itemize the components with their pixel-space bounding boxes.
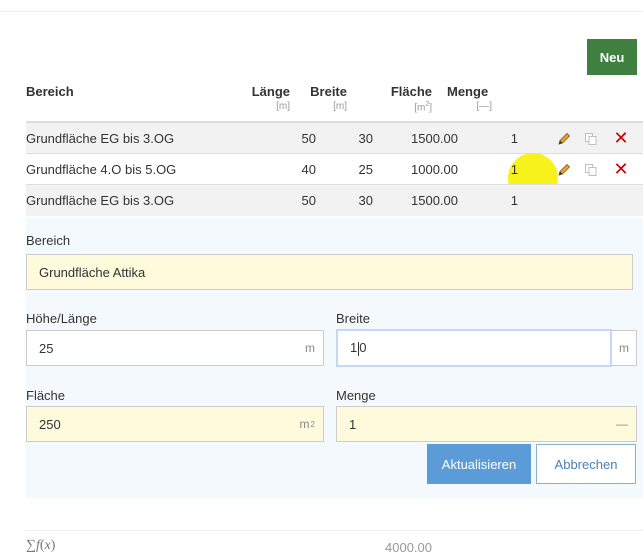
- pencil-icon[interactable]: [554, 154, 574, 185]
- row-flaeche: 1500.00: [411, 193, 458, 208]
- column-header-menge: Menge: [447, 84, 489, 99]
- menge-label: Menge: [336, 388, 376, 403]
- hoehe-input[interactable]: 25 m: [26, 330, 324, 366]
- copy-icon[interactable]: [581, 154, 601, 185]
- cancel-button[interactable]: Abbrechen: [536, 444, 636, 484]
- column-header-flaeche: Fläche: [390, 84, 432, 99]
- row-laenge: 40: [301, 162, 316, 177]
- column-unit-breite: [m]: [333, 101, 347, 112]
- unit-label: m: [305, 341, 315, 355]
- breite-label: Breite: [336, 311, 370, 326]
- close-icon[interactable]: ✕: [610, 154, 632, 185]
- bereich-label: Bereich: [26, 233, 71, 248]
- new-button[interactable]: Neu: [587, 39, 637, 75]
- top-divider: [0, 11, 643, 12]
- sum-total: 4000.00: [385, 540, 432, 555]
- summary-divider: [26, 530, 643, 531]
- unit-label: m2: [299, 417, 315, 431]
- row-laenge: 50: [301, 193, 316, 208]
- column-header-laenge: Länge: [251, 84, 290, 99]
- row-bereich: Grundfläche EG bis 3.OG: [26, 193, 175, 208]
- row-bereich: Grundfläche EG bis 3.OG: [26, 131, 175, 146]
- column-unit-laenge: [m]: [276, 101, 290, 112]
- column-unit-menge: [—]: [476, 101, 492, 112]
- row-menge: 1: [510, 162, 518, 177]
- breite-input[interactable]: 10: [336, 329, 612, 367]
- breite-unit-addon: m: [612, 330, 637, 366]
- row-breite: 30: [358, 131, 373, 146]
- row-breite: 30: [358, 193, 373, 208]
- table-row[interactable]: Grundfläche EG bis 3.OG 50 30 1500.00 1 …: [26, 123, 643, 154]
- pencil-icon[interactable]: [554, 123, 574, 154]
- row-bereich: Grundfläche 4.O bis 5.OG: [26, 162, 177, 177]
- table-row[interactable]: Grundfläche EG bis 3.OG 50 30 1500.00 1: [26, 185, 643, 216]
- unit-label: —: [616, 417, 628, 431]
- row-flaeche: 1000.00: [411, 162, 458, 177]
- flaeche-input[interactable]: 250 m2: [26, 406, 324, 442]
- row-breite: 25: [358, 162, 373, 177]
- update-button[interactable]: Aktualisieren: [427, 444, 531, 484]
- flaeche-label: Fläche: [26, 388, 66, 403]
- menge-input[interactable]: 1 —: [336, 406, 637, 442]
- hoehe-label: Höhe/Länge: [26, 311, 97, 326]
- copy-icon[interactable]: [581, 123, 601, 154]
- close-icon[interactable]: ✕: [610, 123, 632, 154]
- column-header-breite: Breite: [310, 84, 347, 99]
- table-row[interactable]: Grundfläche 4.O bis 5.OG 40 25 1000.00 1…: [26, 154, 643, 185]
- sum-formula-label: ∑f(x): [26, 538, 56, 553]
- row-menge: 1: [510, 193, 518, 208]
- row-flaeche: 1500.00: [411, 131, 458, 146]
- bereich-input[interactable]: Grundfläche Attika: [26, 254, 633, 290]
- column-header-bereich: Bereich: [26, 84, 74, 99]
- row-laenge: 50: [301, 131, 316, 146]
- column-unit-flaeche: [m2]: [414, 101, 432, 114]
- row-menge: 1: [510, 131, 518, 146]
